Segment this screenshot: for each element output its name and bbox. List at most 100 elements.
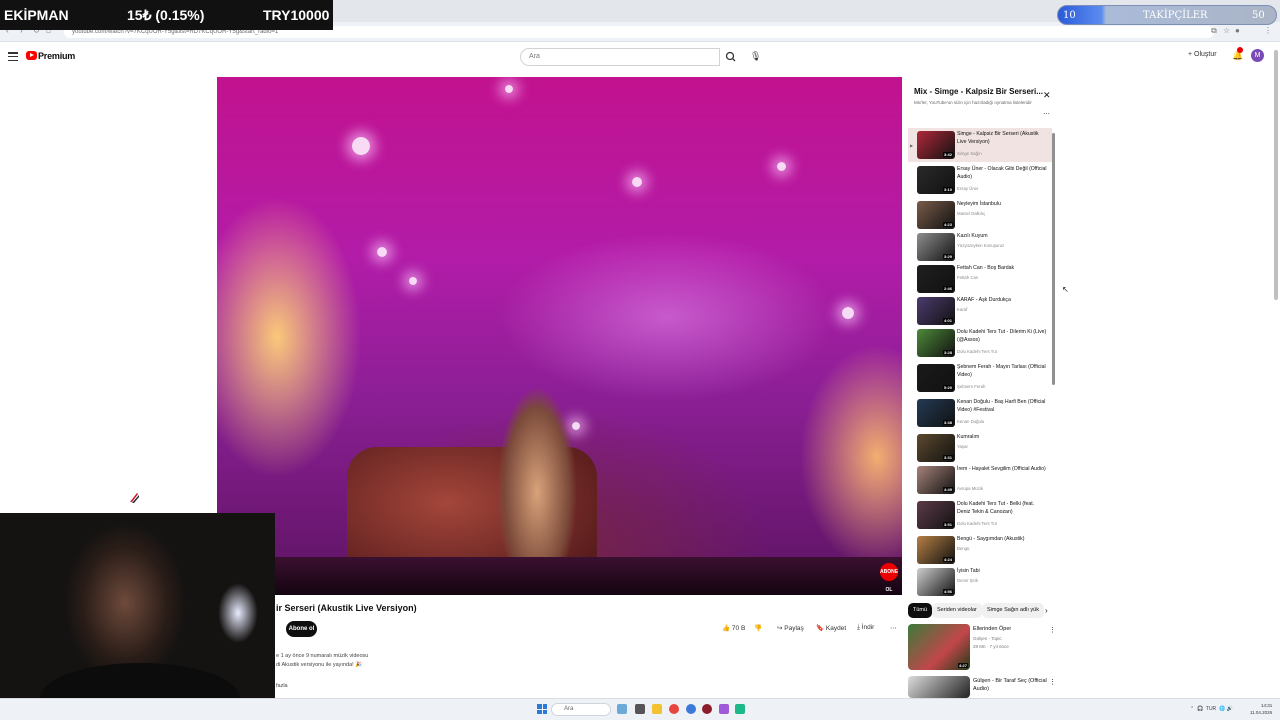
more-options-icon[interactable]: ⋮	[1049, 626, 1056, 634]
playlist-item[interactable]: 4:24 Bengü - Saygımdan (Akustik) Bengü	[908, 533, 1052, 567]
like-button[interactable]: 👍 70 B	[722, 624, 745, 632]
playlist-item-title[interactable]: Kazılı Kuyum	[957, 233, 1047, 241]
playlist-item-title[interactable]: Neyleyim İstanbulu	[957, 201, 1047, 209]
playlist-thumbnail[interactable]: 2:46	[917, 265, 955, 293]
playlist-item[interactable]: 3:10 Ersay Üner - Olacak Gibi Değil (Offi…	[908, 163, 1052, 197]
account-avatar[interactable]: M	[1251, 49, 1264, 62]
playlist-item-title[interactable]: Ersay Üner - Olacak Gibi Değil (Official…	[957, 166, 1047, 181]
terminal-icon[interactable]	[635, 704, 645, 714]
playlist-item[interactable]: 4:49 İrem - Hayalet Sevgilim (Official Au…	[908, 463, 1052, 497]
playlist-item[interactable]: 3:28 Dolu Kadehi Ters Tut - Dilerim Ki (L…	[908, 326, 1052, 360]
stage-light	[842, 307, 854, 319]
search-icon[interactable]	[720, 48, 742, 66]
duration-badge: 4:27	[957, 663, 968, 668]
playlist-item[interactable]: 2:46 Fettah Can - Boş Bardak Fettah Can	[908, 262, 1052, 296]
playlist-item-title[interactable]: Dolu Kadehi Ters Tut - Dilerim Ki (Live)…	[957, 329, 1047, 344]
playlist-item[interactable]: 4:23 Neyleyim İstanbulu Marsel Dalkılıç	[908, 198, 1052, 232]
stage-light	[505, 85, 513, 93]
related-thumbnail[interactable]	[908, 676, 970, 698]
playlist-item-title[interactable]: KARAF - Aşk Durdukça	[957, 297, 1047, 305]
playlist-title[interactable]: Mix - Simge - Kalpsiz Bir Serseri...	[914, 87, 1043, 96]
related-title[interactable]: Gülşen - Bir Taraf Seç (Official Audio)	[973, 677, 1051, 693]
playlist-thumbnail[interactable]: 3:42	[917, 131, 955, 159]
filter-chip[interactable]: Seriden videolar	[932, 603, 982, 618]
share-button[interactable]: ↪ Paylaş	[777, 624, 804, 632]
share-icon: ↪	[777, 625, 783, 632]
more-actions-icon[interactable]: ⋯	[890, 624, 897, 632]
dislike-icon[interactable]: 👎	[754, 624, 762, 632]
show-more-link[interactable]: fazla	[276, 682, 368, 691]
playlist-thumbnail[interactable]: 4:49	[917, 466, 955, 494]
playlist-item-title[interactable]: Kenan Doğulu - Baş Harfi Ben (Official V…	[957, 399, 1047, 414]
playlist-thumbnail[interactable]: 4:01	[917, 297, 955, 325]
extension-icon[interactable]: ⧉	[1211, 26, 1217, 36]
app-icon[interactable]	[702, 704, 712, 714]
app-icon[interactable]	[719, 704, 729, 714]
hamburger-menu-icon[interactable]	[8, 52, 18, 62]
more-options-icon[interactable]: ⋮	[1049, 678, 1056, 686]
related-title[interactable]: Ellerinden Öper	[973, 625, 1051, 633]
file-explorer-icon[interactable]	[652, 704, 662, 714]
taskbar-search-input[interactable]: Ara	[551, 703, 611, 716]
playlist-thumbnail[interactable]: 3:29	[917, 233, 955, 261]
profile-icon[interactable]: ●	[1235, 26, 1240, 35]
download-button[interactable]: ⤓ İndir	[857, 624, 874, 632]
playlist-thumbnail[interactable]: 3:38	[917, 399, 955, 427]
close-icon[interactable]: ✕	[1043, 90, 1051, 101]
playlist-thumbnail[interactable]: 4:23	[917, 201, 955, 229]
playlist-item[interactable]: ▶ 3:42 Simge - Kalpsiz Bir Serseri (Akusti…	[908, 128, 1052, 162]
video-player[interactable]: ABONE OL	[217, 77, 902, 595]
page-scrollbar[interactable]	[1274, 50, 1278, 300]
playlist-item-artist: Kenan Doğulu	[957, 419, 985, 424]
chevron-right-icon[interactable]: ›	[1045, 606, 1048, 615]
playlist-item-title[interactable]: İyisin Tabi	[957, 568, 1047, 576]
subscribe-watermark[interactable]: ABONE OL	[880, 563, 898, 593]
playlist-more-icon[interactable]: ⋯	[1043, 110, 1050, 118]
filter-chip[interactable]: Tümü	[908, 603, 933, 618]
playlist-item-title[interactable]: Simge - Kalpsiz Bir Serseri (Akustik Liv…	[957, 131, 1047, 146]
playlist-thumbnail[interactable]: 4:24	[917, 536, 955, 564]
playlist-item[interactable]: 3:38 Kenan Doğulu - Baş Harfi Ben (Offici…	[908, 396, 1052, 430]
save-button[interactable]: 🔖 Kaydet	[816, 624, 846, 632]
playlist-item-title[interactable]: Bengü - Saygımdan (Akustik)	[957, 536, 1047, 544]
language-indicator[interactable]: TUR	[1206, 706, 1216, 712]
microphone-icon[interactable]: 🎙	[750, 51, 761, 62]
chrome-icon[interactable]	[669, 704, 679, 714]
playlist-item-title[interactable]: Fettah Can - Boş Bardak	[957, 265, 1047, 273]
premium-logo-text[interactable]: Premium	[38, 51, 75, 61]
filter-chip[interactable]: Simge Sağın adlı yük	[982, 603, 1044, 618]
subscribe-button[interactable]: Abone ol	[286, 621, 317, 637]
create-button[interactable]: + Oluştur	[1188, 51, 1217, 58]
playlist-thumbnail[interactable]: 3:51	[917, 501, 955, 529]
playlist-thumbnail[interactable]: 3:28	[917, 329, 955, 357]
playlist-item[interactable]: 3:31 Kumralım Yaşar	[908, 431, 1052, 465]
bookmark-star-icon[interactable]: ☆	[1223, 26, 1230, 35]
browser-menu-icon[interactable]: ⋮	[1264, 26, 1272, 35]
youtube-logo-icon[interactable]	[26, 51, 37, 60]
system-tray[interactable]: ⌃ 🎧 TUR 🌐 🔊	[1190, 706, 1233, 712]
playlist-thumbnail[interactable]: 5:20	[917, 364, 955, 392]
playlist-item-title[interactable]: Dolu Kadehi Ters Tut - Belki (feat. Deni…	[957, 501, 1047, 516]
playlist-thumbnail[interactable]: 3:31	[917, 434, 955, 462]
related-channel[interactable]: Gülşen - Topic	[973, 635, 1002, 642]
playlist-item-title[interactable]: Şebnem Ferah - Mayın Tarlası (Official V…	[957, 364, 1047, 379]
playlist-item[interactable]: 4:56 İyisin Tabi Demir Şirik	[908, 565, 1052, 599]
playlist-item[interactable]: 3:51 Dolu Kadehi Ters Tut - Belki (feat. …	[908, 498, 1052, 532]
app-icon[interactable]	[735, 704, 745, 714]
playlist-item[interactable]: 4:01 KARAF - Aşk Durdukça Karaf	[908, 294, 1052, 328]
playlist-item[interactable]: 5:20 Şebnem Ferah - Mayın Tarlası (Offici…	[908, 361, 1052, 395]
video-description[interactable]: e 1 ay önce 9 numaralı müzik videosu di …	[276, 652, 368, 691]
playlist-item-title[interactable]: İrem - Hayalet Sevgilim (Official Audio)	[957, 466, 1047, 474]
playlist-thumbnail[interactable]: 3:10	[917, 166, 955, 194]
taskbar-clock[interactable]: 14:31 11.04.2026	[1250, 702, 1272, 716]
windows-start-icon[interactable]	[537, 704, 547, 714]
browser-icon[interactable]	[686, 704, 696, 714]
related-thumbnail[interactable]: 4:27	[908, 624, 970, 670]
playlist-item-title[interactable]: Kumralım	[957, 434, 1047, 442]
search-input[interactable]: Ara	[520, 48, 720, 66]
playlist-item[interactable]: 3:29 Kazılı Kuyum Yüzyüzeyken Konuşuruz	[908, 230, 1052, 264]
task-view-icon[interactable]	[617, 704, 627, 714]
playlist-scrollbar[interactable]	[1052, 133, 1055, 385]
playlist-thumbnail[interactable]: 4:56	[917, 568, 955, 596]
playlist-item-artist: Bengü	[957, 546, 970, 551]
